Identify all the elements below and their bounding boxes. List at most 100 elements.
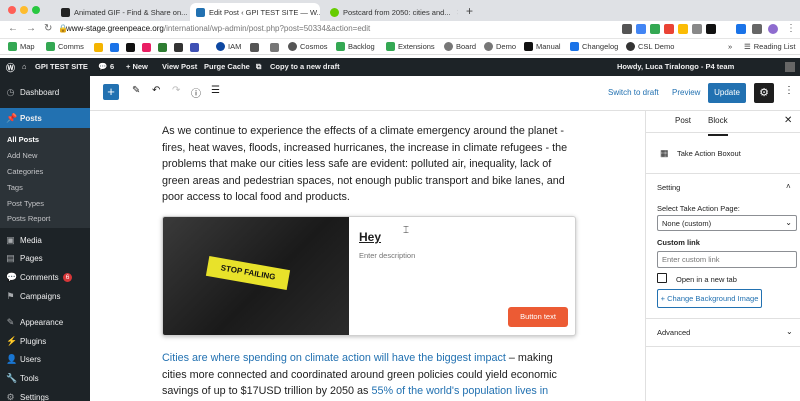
advanced-section-title[interactable]: Advanced xyxy=(657,328,690,337)
paragraph-link[interactable]: Cities are where spending on climate act… xyxy=(162,352,506,364)
sidebar-item-posts[interactable]: 📌 Posts xyxy=(0,108,90,128)
submenu-add-new[interactable]: Add New xyxy=(0,147,90,163)
submenu-tags[interactable]: Tags xyxy=(0,179,90,195)
back-arrow-icon[interactable]: ← xyxy=(8,23,18,34)
add-block-button[interactable]: + xyxy=(103,84,119,100)
bookmark-board[interactable]: Board xyxy=(444,42,476,51)
bookmark-icon[interactable] xyxy=(190,43,199,52)
setting-section-title[interactable]: Setting xyxy=(657,183,680,192)
bookmark-backlog[interactable]: Backlog xyxy=(336,42,375,51)
sidebar-item-dashboard[interactable]: ◷ Dashboard xyxy=(0,82,90,102)
wordpress-logo-icon[interactable]: Ⓦ xyxy=(6,61,15,74)
new-tab-checkbox[interactable] xyxy=(657,273,667,283)
avatar[interactable] xyxy=(785,62,795,72)
tab-block[interactable]: Block xyxy=(708,116,728,136)
submenu-all-posts[interactable]: All Posts xyxy=(0,131,90,147)
extension-icon[interactable] xyxy=(664,24,674,34)
close-icon[interactable]: ✕ xyxy=(784,115,792,126)
more-bookmarks-icon[interactable]: » xyxy=(728,42,732,51)
paragraph-block[interactable]: Cities are where spending on climate act… xyxy=(162,350,577,400)
bookmark-changelog[interactable]: Changelog xyxy=(570,42,618,51)
switch-to-draft-button[interactable]: Switch to draft xyxy=(608,88,659,97)
undo-icon[interactable]: ↶ xyxy=(152,85,160,96)
minimize-window-button[interactable] xyxy=(20,6,28,14)
more-options-icon[interactable]: ⋮ xyxy=(784,85,794,96)
change-background-button[interactable]: + Change Background Image xyxy=(657,289,762,308)
update-button[interactable]: Update xyxy=(708,83,746,103)
extension-icon[interactable] xyxy=(678,24,688,34)
bookmark-iam[interactable]: IAM xyxy=(216,42,241,51)
site-home-icon[interactable]: ⌂ xyxy=(22,62,27,71)
preview-button[interactable]: Preview xyxy=(672,88,700,97)
bookmark-icon[interactable] xyxy=(158,43,167,52)
user-greeting[interactable]: Howdy, Luca Tiralongo - P4 team xyxy=(617,62,734,71)
bookmark-icon[interactable] xyxy=(142,43,151,52)
purge-cache-link[interactable]: Purge Cache xyxy=(204,62,250,71)
boxout-title-field[interactable]: Hey xyxy=(359,230,381,244)
site-name-link[interactable]: GPI TEST SITE xyxy=(35,62,88,71)
bookmark-icon[interactable] xyxy=(94,43,103,52)
browser-tab-animated-gif[interactable]: Animated GIF - Find & Share on... ✕ xyxy=(55,3,187,21)
tab-post[interactable]: Post xyxy=(675,116,691,125)
comments-count[interactable]: 6 xyxy=(110,62,114,71)
boxout-button[interactable]: Button text xyxy=(508,307,568,327)
redo-icon[interactable]: ↷ xyxy=(172,85,180,96)
close-window-button[interactable] xyxy=(8,6,16,14)
bookmark-comms[interactable]: Comms xyxy=(46,42,84,51)
custom-link-input[interactable] xyxy=(657,251,797,268)
sidebar-item-pages[interactable]: ▤ Pages xyxy=(0,248,90,268)
reading-list[interactable]: ☰ Reading List xyxy=(744,42,795,51)
extension-icon[interactable] xyxy=(636,24,646,34)
submenu-posts-report[interactable]: Posts Report xyxy=(0,210,90,226)
profile-avatar[interactable] xyxy=(768,24,778,34)
new-content-link[interactable]: + New xyxy=(126,62,148,71)
sidebar-item-comments[interactable]: 💬 Comments 6 xyxy=(0,267,90,287)
bookmark-map[interactable]: Map xyxy=(8,42,35,51)
extension-icon[interactable] xyxy=(706,24,716,34)
submenu-categories[interactable]: Categories xyxy=(0,163,90,179)
puzzle-icon[interactable] xyxy=(752,24,762,34)
list-view-icon[interactable]: ☰ xyxy=(211,85,220,96)
maximize-window-button[interactable] xyxy=(32,6,40,14)
forward-arrow-icon[interactable]: → xyxy=(26,23,36,34)
sidebar-item-plugins[interactable]: ⚡ Plugins xyxy=(0,331,90,351)
sidebar-item-tools[interactable]: 🔧 Tools xyxy=(0,368,90,388)
paragraph-block[interactable]: As we continue to experience the effects… xyxy=(162,123,577,206)
bookmark-icon[interactable] xyxy=(174,43,183,52)
bookmark-icon[interactable] xyxy=(250,43,259,52)
boxout-description-field[interactable]: Enter description xyxy=(359,251,415,260)
bookmark-cosmos[interactable]: Cosmos xyxy=(288,42,328,51)
copy-to-draft-link[interactable]: Copy to a new draft xyxy=(270,62,340,71)
new-tab-icon[interactable]: + xyxy=(466,4,473,18)
take-action-boxout-block[interactable]: STOP FAILING Hey ⌶ Enter description But… xyxy=(162,216,576,336)
sidebar-item-users[interactable]: 👤 Users xyxy=(0,349,90,369)
submenu-post-types[interactable]: Post Types xyxy=(0,195,90,211)
bookmark-icon[interactable] xyxy=(270,43,279,52)
chevron-down-icon[interactable]: ⌄ xyxy=(786,327,793,336)
menu-dots-icon[interactable]: ⋮ xyxy=(786,23,796,34)
bookmark-extensions[interactable]: Extensions xyxy=(386,42,435,51)
view-post-link[interactable]: View Post xyxy=(162,62,197,71)
comments-icon[interactable]: 💬 xyxy=(98,62,107,71)
sidebar-item-appearance[interactable]: ✎ Appearance xyxy=(0,312,90,332)
bookmark-manual[interactable]: Manual xyxy=(524,42,561,51)
reload-icon[interactable]: ↻ xyxy=(44,23,52,34)
close-tab-icon[interactable]: ✕ xyxy=(451,8,458,17)
sidebar-item-campaigns[interactable]: ⚑ Campaigns xyxy=(0,286,90,306)
take-action-page-select[interactable]: None (custom) ⌄ xyxy=(657,215,797,231)
sidebar-item-settings[interactable]: ⚙ Settings xyxy=(0,387,90,401)
extension-icon[interactable] xyxy=(650,24,660,34)
browser-tab-edit-post[interactable]: Edit Post ‹ GPI TEST SITE — W... ✕ xyxy=(190,3,320,21)
bookmark-csl-demo[interactable]: CSL Demo xyxy=(626,42,674,51)
bookmark-icon[interactable] xyxy=(110,43,119,52)
extension-icon[interactable] xyxy=(692,24,702,34)
extension-icon[interactable] xyxy=(622,24,632,34)
sidebar-item-media[interactable]: ▣ Media xyxy=(0,230,90,250)
bookmark-icon[interactable] xyxy=(126,43,135,52)
bookmark-demo[interactable]: Demo xyxy=(484,42,516,51)
url-field[interactable]: www-stage.greenpeace.org/international/w… xyxy=(66,24,370,33)
paragraph-link[interactable]: 55% of the world's population lives in xyxy=(371,385,548,397)
extension-icon[interactable] xyxy=(736,24,746,34)
edit-pencil-icon[interactable]: ✎ xyxy=(132,85,140,96)
chevron-up-icon[interactable]: ˄ xyxy=(786,182,791,191)
